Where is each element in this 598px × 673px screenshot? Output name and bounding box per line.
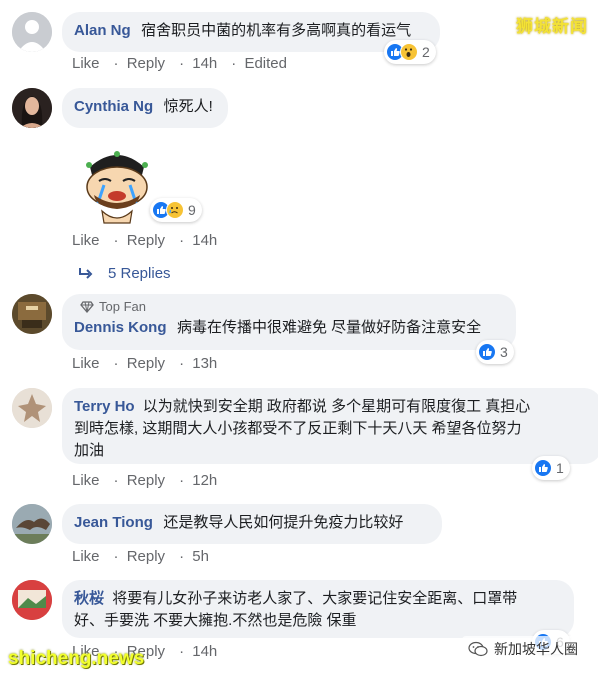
reaction-count: 3 — [500, 344, 508, 360]
watermark-bottom-left: shicheng.news — [8, 648, 145, 669]
reaction-summary[interactable]: 1 — [532, 456, 570, 480]
watermark-bottom-right: 新加坡华人圈 — [462, 636, 584, 662]
like-link[interactable]: Like — [72, 355, 100, 372]
comment-bubble: Top Fan Dennis Kong 病毒在传播中很难避免 尽量做好防备注意安… — [62, 294, 516, 350]
comment-actions: Like · Reply · 14h — [72, 232, 218, 249]
avatar[interactable] — [12, 88, 52, 128]
comment-actions: Like · Reply · 14h · Edited — [72, 55, 287, 72]
reply-link[interactable]: Reply — [127, 232, 165, 249]
comment-time[interactable]: 12h — [192, 472, 217, 489]
comment-author[interactable]: 秋桜 — [74, 590, 104, 607]
comment-text: 宿舍职员中菌的机率有多高啊真的看运气 — [141, 22, 412, 39]
comment-author[interactable]: Terry Ho — [74, 398, 135, 415]
avatar[interactable] — [12, 12, 52, 52]
watermark-text: 新加坡华人圈 — [494, 641, 578, 657]
comment-actions: Like · Reply · 5h — [72, 548, 209, 565]
like-link[interactable]: Like — [72, 232, 100, 249]
comment-text-line-3: 加油 — [74, 442, 105, 459]
reply-link[interactable]: Reply — [127, 472, 165, 489]
comment-text-line-2: 好、手要洗 不要大擁抱.不然也是危險 保重 — [74, 612, 357, 629]
comment-author[interactable]: Alan Ng — [74, 22, 131, 39]
comment-text-line-1: 将要有儿女孙子来访老人家了、大家要记住安全距离、口罩带 — [112, 590, 518, 607]
wechat-icon — [468, 641, 488, 657]
comment-time[interactable]: 5h — [192, 548, 209, 565]
avatar[interactable] — [12, 504, 52, 544]
comment-author[interactable]: Jean Tiong — [74, 514, 153, 531]
like-reaction-icon — [534, 459, 552, 477]
diamond-icon — [80, 300, 94, 313]
comment-author[interactable]: Dennis Kong — [74, 319, 167, 336]
crying-character-sticker — [72, 145, 162, 225]
reaction-summary[interactable]: 3 — [476, 340, 514, 364]
reaction-summary[interactable]: 2 — [384, 40, 436, 64]
avatar[interactable] — [12, 294, 52, 334]
comment-actions: Like · Reply · 13h — [72, 355, 218, 372]
comment-bubble: Terry Ho 以为就快到安全期 政府都说 多个星期可有限度復工 真担心 到時… — [62, 388, 598, 464]
like-link[interactable]: Like — [72, 55, 100, 72]
comment-text-line-2: 到時怎樣, 这期間大人小孩都受不了反正剩下十天八天 希望各位努力 — [74, 420, 522, 437]
comment-bubble: 秋桜 将要有儿女孙子来访老人家了、大家要记住安全距离、口罩带 好、手要洗 不要大… — [62, 580, 574, 638]
profile-photo-icon — [12, 88, 52, 128]
sad-reaction-icon — [166, 201, 184, 219]
edited-label[interactable]: Edited — [244, 55, 287, 72]
profile-photo-icon — [12, 388, 52, 428]
reaction-summary[interactable]: 9 — [150, 198, 202, 222]
comment-time[interactable]: 14h — [192, 232, 217, 249]
profile-photo-icon — [12, 580, 52, 620]
comment-bubble: Jean Tiong 还是教导人民如何提升免疫力比较好 — [62, 504, 442, 544]
comment-author[interactable]: Cynthia Ng — [74, 98, 153, 115]
like-link[interactable]: Like — [72, 548, 100, 565]
reply-link[interactable]: Reply — [127, 548, 165, 565]
comment-time[interactable]: 13h — [192, 355, 217, 372]
wow-reaction-icon — [400, 43, 418, 61]
comment-text: Terry Ho 以为就快到安全期 政府都说 多个星期可有限度復工 真担心 — [74, 396, 590, 418]
reaction-count: 1 — [556, 460, 564, 476]
profile-photo-icon — [12, 504, 52, 544]
comment-text-line-1: 以为就快到安全期 政府都说 多个星期可有限度復工 真担心 — [142, 398, 531, 415]
comment-bubble: Cynthia Ng 惊死人! — [62, 88, 228, 128]
reply-link[interactable]: Reply — [127, 55, 165, 72]
avatar[interactable] — [12, 580, 52, 620]
view-replies-link[interactable]: 5 Replies — [78, 265, 171, 282]
comment-time[interactable]: 14h — [192, 55, 217, 72]
badge-label: Top Fan — [99, 299, 146, 314]
default-avatar-icon — [12, 12, 52, 52]
like-link[interactable]: Like — [72, 472, 100, 489]
comment-text: 病毒在传播中很难避免 尽量做好防备注意安全 — [176, 319, 482, 336]
reply-link[interactable]: Reply — [127, 355, 165, 372]
avatar[interactable] — [12, 388, 52, 428]
comment-text: 惊死人! — [163, 98, 213, 115]
reaction-count: 9 — [188, 202, 196, 218]
like-reaction-icon — [478, 343, 496, 361]
reaction-count: 2 — [422, 44, 430, 60]
comment-bubble: Alan Ng 宿舍职员中菌的机率有多高啊真的看运气 — [62, 12, 440, 52]
watermark-top: 狮城新闻 — [516, 17, 588, 36]
comment-time[interactable]: 14h — [192, 643, 217, 660]
replies-count-label[interactable]: 5 Replies — [108, 265, 171, 282]
reply-arrow-icon — [79, 267, 93, 279]
top-fan-badge: Top Fan — [80, 299, 504, 314]
comment-actions: Like · Reply · 12h — [72, 472, 218, 489]
profile-photo-icon — [12, 294, 52, 334]
comment-text: 还是教导人民如何提升免疫力比较好 — [163, 514, 404, 531]
